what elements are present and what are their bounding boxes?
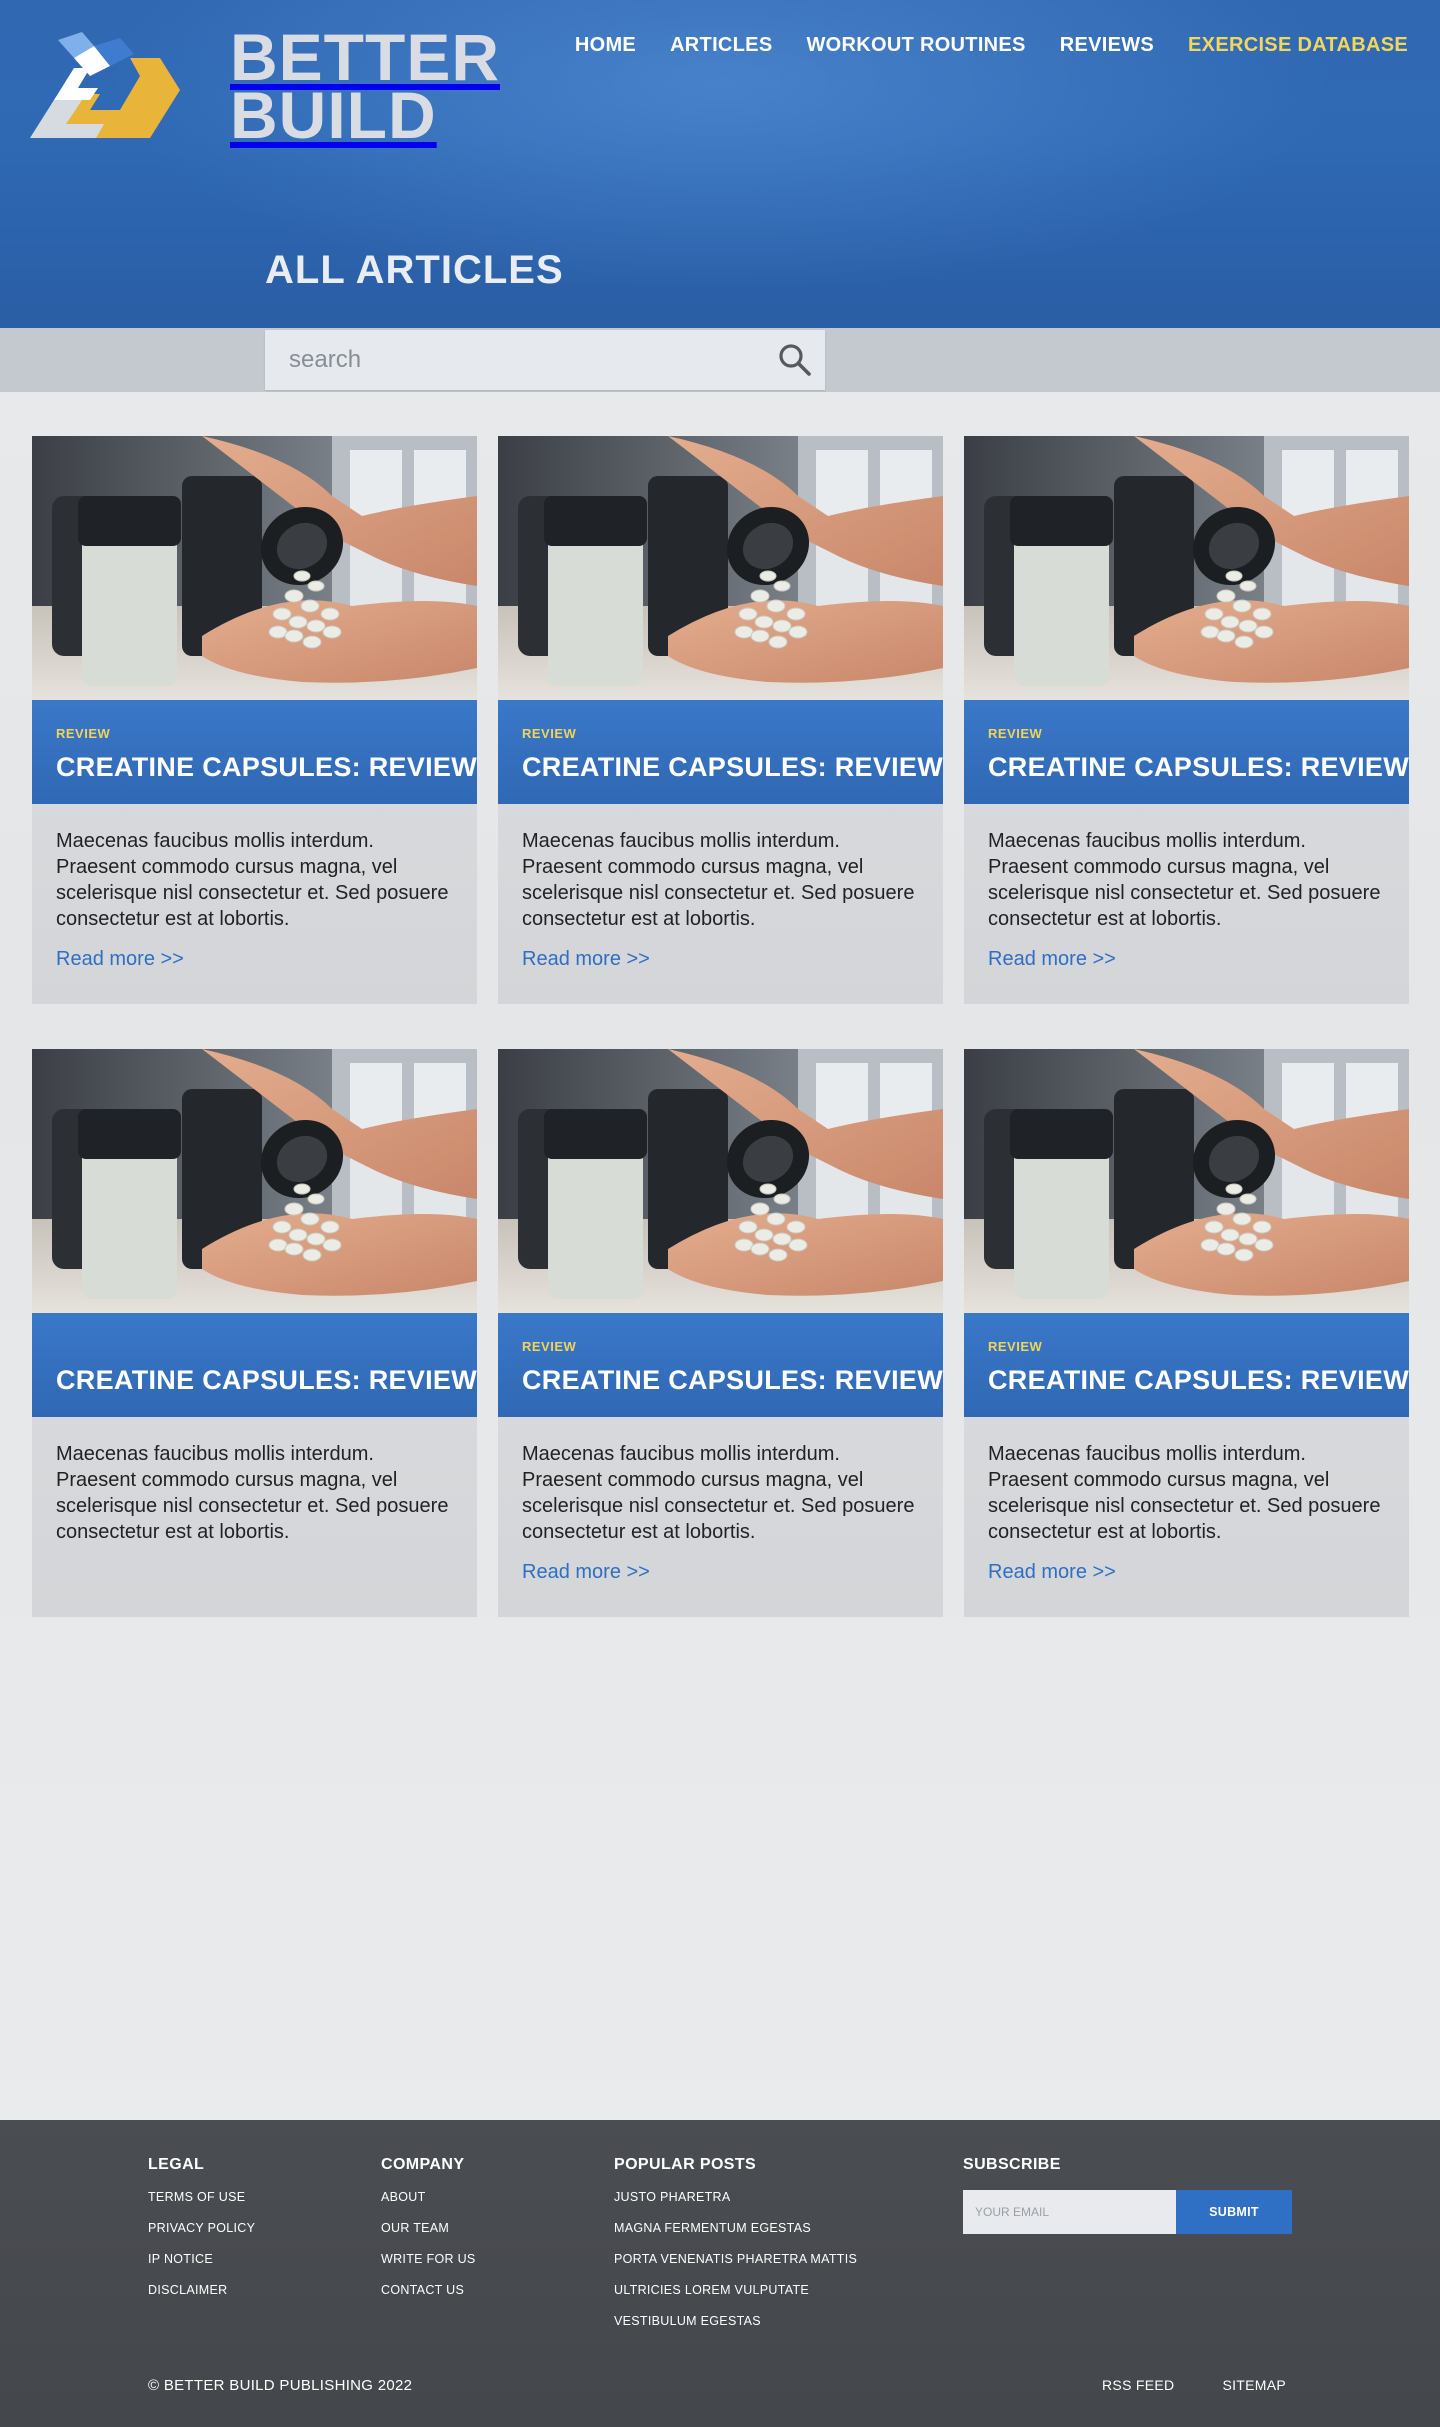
article-excerpt: Maecenas faucibus mollis interdum. Praes…: [988, 1443, 1381, 1543]
search-box: [265, 330, 825, 390]
article-image[interactable]: [964, 1049, 1409, 1313]
popular-post-link[interactable]: ULTRICIES LOREM VULPUTATE: [614, 2283, 809, 2297]
article-body: Maecenas faucibus mollis interdum. Praes…: [964, 804, 1409, 971]
read-more-link[interactable]: Read more >>: [988, 1561, 1116, 1584]
article-title[interactable]: CREATINE CAPSULES: REVIEW: [522, 752, 943, 783]
search-icon[interactable]: [765, 330, 825, 390]
footer-popular-heading: POPULAR POSTS: [614, 2156, 757, 2173]
article-header: REVIEW CREATINE CAPSULES: REVIEW: [498, 700, 943, 804]
article-body: Maecenas faucibus mollis interdum. Praes…: [32, 804, 477, 971]
rss-feed-link[interactable]: RSS FEED: [1102, 2377, 1174, 2393]
article-title[interactable]: CREATINE CAPSULES: REVIEW: [988, 1365, 1409, 1396]
search-input[interactable]: [265, 346, 765, 374]
article-card[interactable]: REVIEW CREATINE CAPSULES: REVIEW Maecena…: [32, 436, 477, 1004]
article-image[interactable]: [32, 1049, 477, 1313]
popular-post-link[interactable]: VESTIBULUM EGESTAS: [614, 2314, 761, 2328]
footer-link-ip-notice[interactable]: IP NOTICE: [148, 2252, 213, 2266]
article-header: REVIEW CREATINE CAPSULES: REVIEW: [964, 700, 1409, 804]
read-more-link[interactable]: Read more >>: [56, 948, 184, 971]
article-image[interactable]: [498, 1049, 943, 1313]
sitemap-link[interactable]: SITEMAP: [1222, 2377, 1286, 2393]
article-title[interactable]: CREATINE CAPSULES: REVIEW: [56, 752, 477, 783]
footer-company: COMPANY ABOUT OUR TEAM WRITE FOR US CONT…: [381, 2156, 476, 2314]
nav-reviews[interactable]: REVIEWS: [1060, 34, 1154, 57]
nav-articles[interactable]: ARTICLES: [670, 34, 772, 57]
article-excerpt: Maecenas faucibus mollis interdum. Praes…: [522, 830, 915, 930]
site-logo[interactable]: BETTER BUILD: [30, 24, 500, 152]
read-more-link[interactable]: Read more >>: [988, 948, 1116, 971]
article-body: Maecenas faucibus mollis interdum. Praes…: [964, 1417, 1409, 1584]
article-excerpt: Maecenas faucibus mollis interdum. Praes…: [56, 830, 449, 930]
main-nav: HOME ARTICLES WORKOUT ROUTINES REVIEWS E…: [575, 34, 1408, 57]
article-header: REVIEW CREATINE CAPSULES: REVIEW: [964, 1313, 1409, 1417]
page-title: ALL ARTICLES: [265, 248, 564, 292]
article-title[interactable]: CREATINE CAPSULES: REVIEW: [988, 752, 1409, 783]
logo-wordmark: BETTER BUILD: [230, 24, 500, 152]
subscribe-email-input[interactable]: [963, 2190, 1176, 2234]
footer-link-disclaimer[interactable]: DISCLAIMER: [148, 2283, 227, 2297]
article-excerpt: Maecenas faucibus mollis interdum. Praes…: [988, 830, 1381, 930]
article-body: Maecenas faucibus mollis interdum. Praes…: [498, 1417, 943, 1584]
read-more-link[interactable]: Read more >>: [522, 1561, 650, 1584]
footer-bottom-links: RSS FEED SITEMAP: [1102, 2377, 1286, 2393]
footer-legal: LEGAL TERMS OF USE PRIVACY POLICY IP NOT…: [148, 2156, 255, 2314]
article-category-tag: REVIEW: [522, 1339, 577, 1354]
subscribe-heading: SUBSCRIBE: [963, 2156, 1061, 2173]
article-card[interactable]: REVIEW CREATINE CAPSULES: REVIEW Maecena…: [964, 1049, 1409, 1617]
footer-subscribe: SUBSCRIBE SUBMIT: [963, 2156, 1292, 2234]
subscribe-submit-button[interactable]: SUBMIT: [1176, 2190, 1292, 2234]
article-body: Maecenas faucibus mollis interdum. Praes…: [498, 804, 943, 971]
article-category-tag: REVIEW: [988, 726, 1043, 741]
article-title[interactable]: CREATINE CAPSULES: REVIEW: [56, 1365, 477, 1396]
logo-mark-icon: [30, 32, 180, 138]
article-category-tag: REVIEW: [988, 1339, 1043, 1354]
footer-link-our-team[interactable]: OUR TEAM: [381, 2221, 449, 2235]
article-header: REVIEW CREATINE CAPSULES: REVIEW: [32, 700, 477, 804]
footer-link-write-for-us[interactable]: WRITE FOR US: [381, 2252, 476, 2266]
article-header: REVIEW CREATINE CAPSULES: REVIEW: [498, 1313, 943, 1417]
popular-post-link[interactable]: MAGNA FERMENTUM EGESTAS: [614, 2221, 811, 2235]
footer-link-about[interactable]: ABOUT: [381, 2190, 426, 2204]
article-card[interactable]: REVIEW CREATINE CAPSULES: REVIEW Maecena…: [964, 436, 1409, 1004]
article-card[interactable]: REVIEW CREATINE CAPSULES: REVIEW Maecena…: [498, 436, 943, 1004]
nav-home[interactable]: HOME: [575, 34, 636, 57]
logo-line-2: BUILD: [230, 78, 437, 152]
article-excerpt: Maecenas faucibus mollis interdum. Praes…: [56, 1443, 449, 1543]
article-card[interactable]: REVIEW CREATINE CAPSULES: REVIEW Maecena…: [498, 1049, 943, 1617]
article-body: Maecenas faucibus mollis interdum. Praes…: [32, 1417, 477, 1566]
site-footer: LEGAL TERMS OF USE PRIVACY POLICY IP NOT…: [0, 2120, 1440, 2427]
article-image[interactable]: [964, 436, 1409, 700]
search-band: [0, 328, 1440, 392]
nav-exercise-database[interactable]: EXERCISE DATABASE: [1188, 34, 1408, 57]
article-category-tag: [56, 1339, 453, 1355]
copyright-notice: © BETTER BUILD PUBLISHING 2022: [148, 2377, 413, 2394]
article-image[interactable]: [498, 436, 943, 700]
article-card[interactable]: CREATINE CAPSULES: REVIEW Maecenas fauci…: [32, 1049, 477, 1617]
articles-grid: REVIEW CREATINE CAPSULES: REVIEW Maecena…: [32, 436, 1409, 1617]
article-category-tag: REVIEW: [522, 726, 577, 741]
popular-post-link[interactable]: PORTA VENENATIS PHARETRA MATTIS: [614, 2252, 857, 2266]
site-header: BETTER BUILD HOME ARTICLES WORKOUT ROUTI…: [0, 0, 1440, 328]
read-more-link[interactable]: Read more >>: [522, 948, 650, 971]
footer-popular-posts: POPULAR POSTS JUSTO PHARETRA MAGNA FERME…: [614, 2156, 857, 2345]
article-title[interactable]: CREATINE CAPSULES: REVIEW: [522, 1365, 943, 1396]
footer-legal-heading: LEGAL: [148, 2156, 205, 2173]
article-category-tag: REVIEW: [56, 726, 111, 741]
footer-link-terms[interactable]: TERMS OF USE: [148, 2190, 245, 2204]
footer-link-contact[interactable]: CONTACT US: [381, 2283, 464, 2297]
footer-link-privacy[interactable]: PRIVACY POLICY: [148, 2221, 255, 2235]
article-header: CREATINE CAPSULES: REVIEW: [32, 1313, 477, 1417]
popular-post-link[interactable]: JUSTO PHARETRA: [614, 2190, 731, 2204]
article-image[interactable]: [32, 436, 477, 700]
article-excerpt: Maecenas faucibus mollis interdum. Praes…: [522, 1443, 915, 1543]
nav-workout-routines[interactable]: WORKOUT ROUTINES: [806, 34, 1025, 57]
footer-company-heading: COMPANY: [381, 2156, 465, 2173]
